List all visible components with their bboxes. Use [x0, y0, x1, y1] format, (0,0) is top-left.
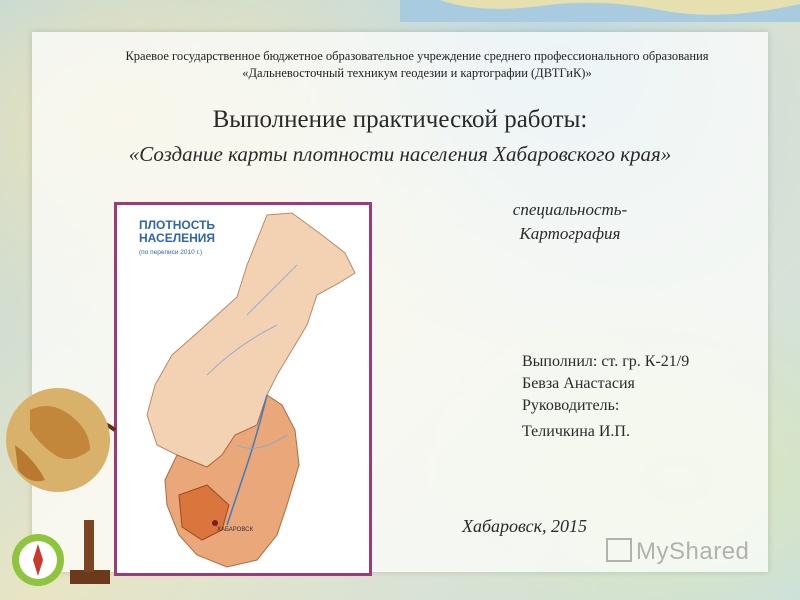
watermark: MyShared [606, 538, 749, 566]
globe-decoration [6, 388, 117, 586]
performer-line: Выполнил: ст. гр. К-21/9 [522, 353, 690, 370]
specialty-label: специальность- [512, 200, 628, 219]
top-map-strip [400, 0, 800, 22]
supervisor-name: Теличкина И.П. [522, 423, 630, 440]
supervisor-line: Руководитель: [522, 397, 620, 414]
watermark-text: MyShared [636, 538, 750, 565]
region-map-graphic: ХАБАРОВСК [146, 212, 356, 568]
map-city-label: ХАБАРОВСК [217, 527, 253, 533]
page-title: Выполнение практической работы: [212, 106, 588, 133]
page-subtitle: «Создание карты плотности населения Хаба… [128, 142, 672, 166]
specialty: специальность- Картография [480, 198, 660, 246]
authors-block: Выполнил: ст. гр. К-21/9 Бевза Анастасия… [522, 351, 782, 443]
density-map: ПЛОТНОСТЬ НАСЕЛЕНИЯ (по переписи 2010 г.… [114, 202, 372, 576]
organization-line-2: «Дальневосточный техникум геодезии и кар… [242, 66, 592, 80]
city-year: Хабаровск, 2015 [462, 516, 588, 536]
performer-name: Бевза Анастасия [522, 375, 635, 392]
organization-line-1: Краевое государственное бюджетное образо… [125, 49, 709, 63]
presentation-icon [606, 538, 632, 562]
organization-name: Краевое государственное бюджетное образо… [90, 48, 744, 82]
specialty-value: Картография [519, 224, 621, 243]
